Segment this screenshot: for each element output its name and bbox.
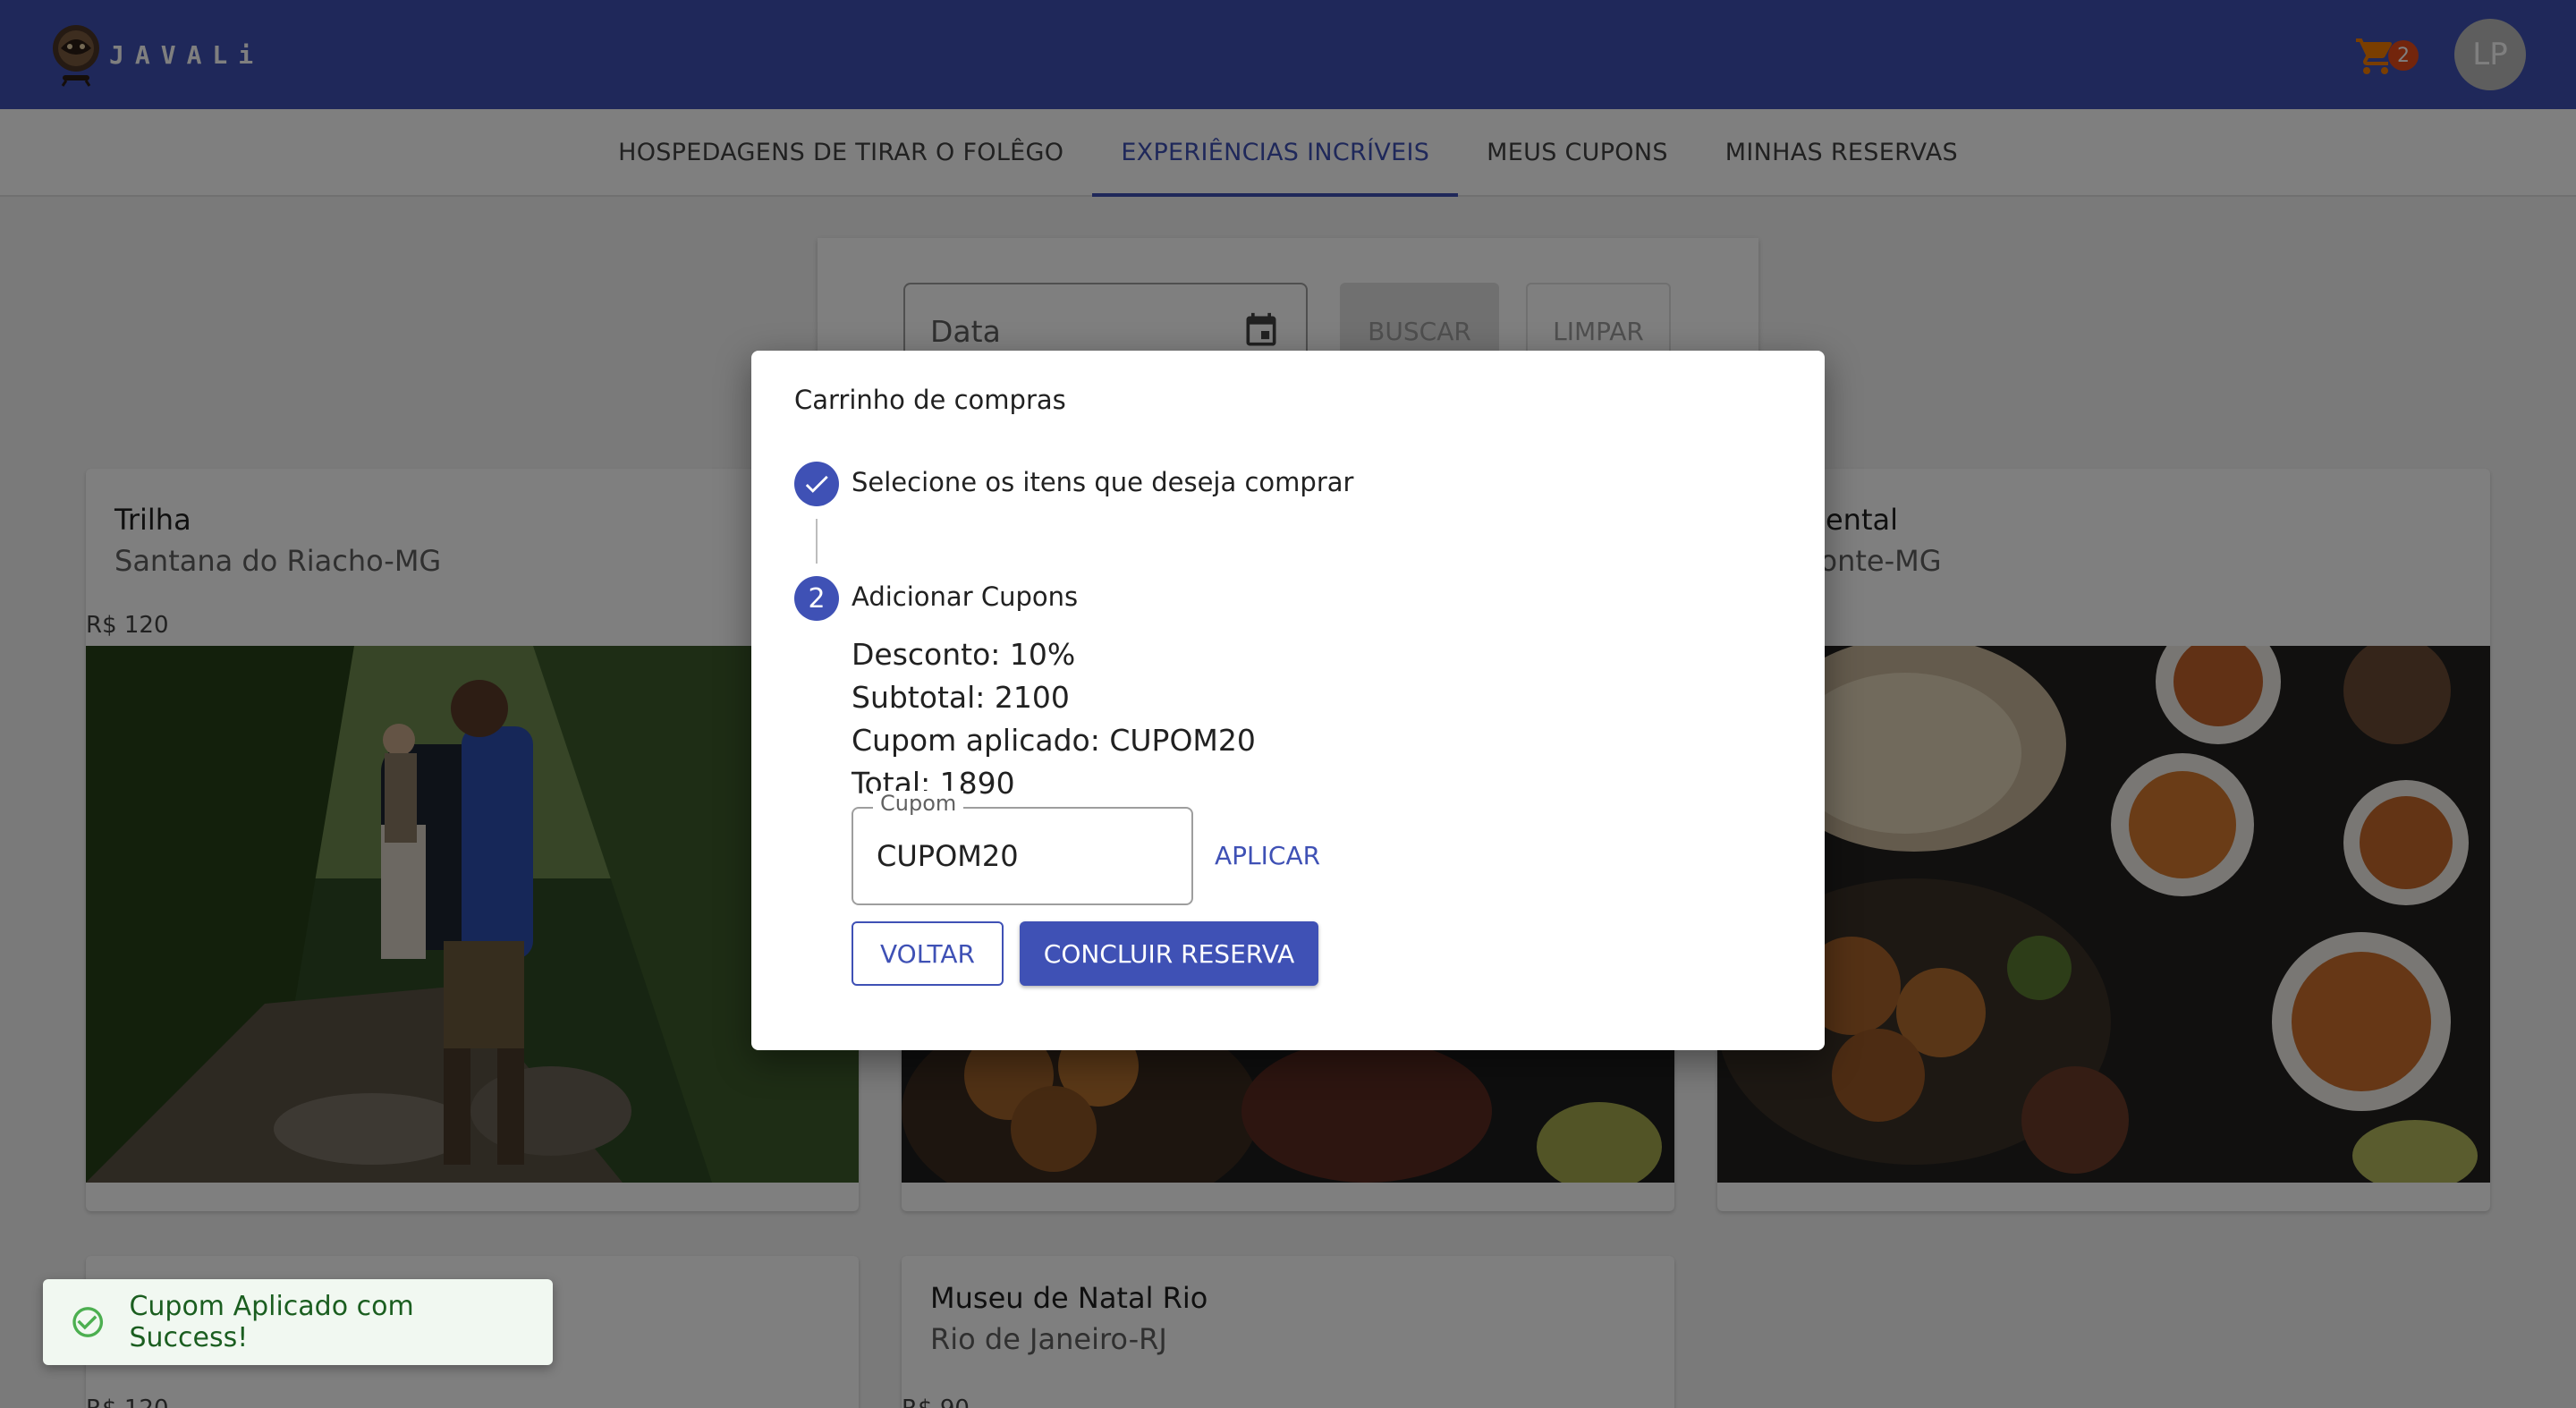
back-button[interactable]: VOLTAR xyxy=(852,921,1004,986)
coupon-label: Cupom xyxy=(873,791,964,816)
snackbar-message: Cupom Aplicado com Success! xyxy=(129,1291,414,1353)
coupon-input[interactable]: Cupom CUPOM20 xyxy=(852,791,1193,905)
step-complete-icon xyxy=(794,462,839,506)
success-snackbar: Cupom Aplicado com Success! xyxy=(43,1279,553,1365)
coupon-applied-text: Cupom aplicado: CUPOM20 xyxy=(852,723,1256,758)
discount-text: Desconto: 10% xyxy=(852,637,1076,672)
step-connector xyxy=(816,519,818,564)
step2-label: Adicionar Cupons xyxy=(852,581,1079,612)
dialog-title: Carrinho de compras xyxy=(794,385,1066,415)
apply-coupon-button[interactable]: APLICAR xyxy=(1204,834,1331,878)
confirm-booking-button[interactable]: CONCLUIR RESERVA xyxy=(1020,921,1318,986)
coupon-value: CUPOM20 xyxy=(877,839,1019,873)
step2-number: 2 xyxy=(794,576,839,621)
cart-dialog: Carrinho de compras Selecione os itens q… xyxy=(751,351,1825,1050)
check-circle-icon xyxy=(72,1307,104,1337)
subtotal-text: Subtotal: 2100 xyxy=(852,680,1070,715)
check-icon xyxy=(805,475,828,493)
step1-label: Selecione os itens que deseja comprar xyxy=(852,467,1354,497)
